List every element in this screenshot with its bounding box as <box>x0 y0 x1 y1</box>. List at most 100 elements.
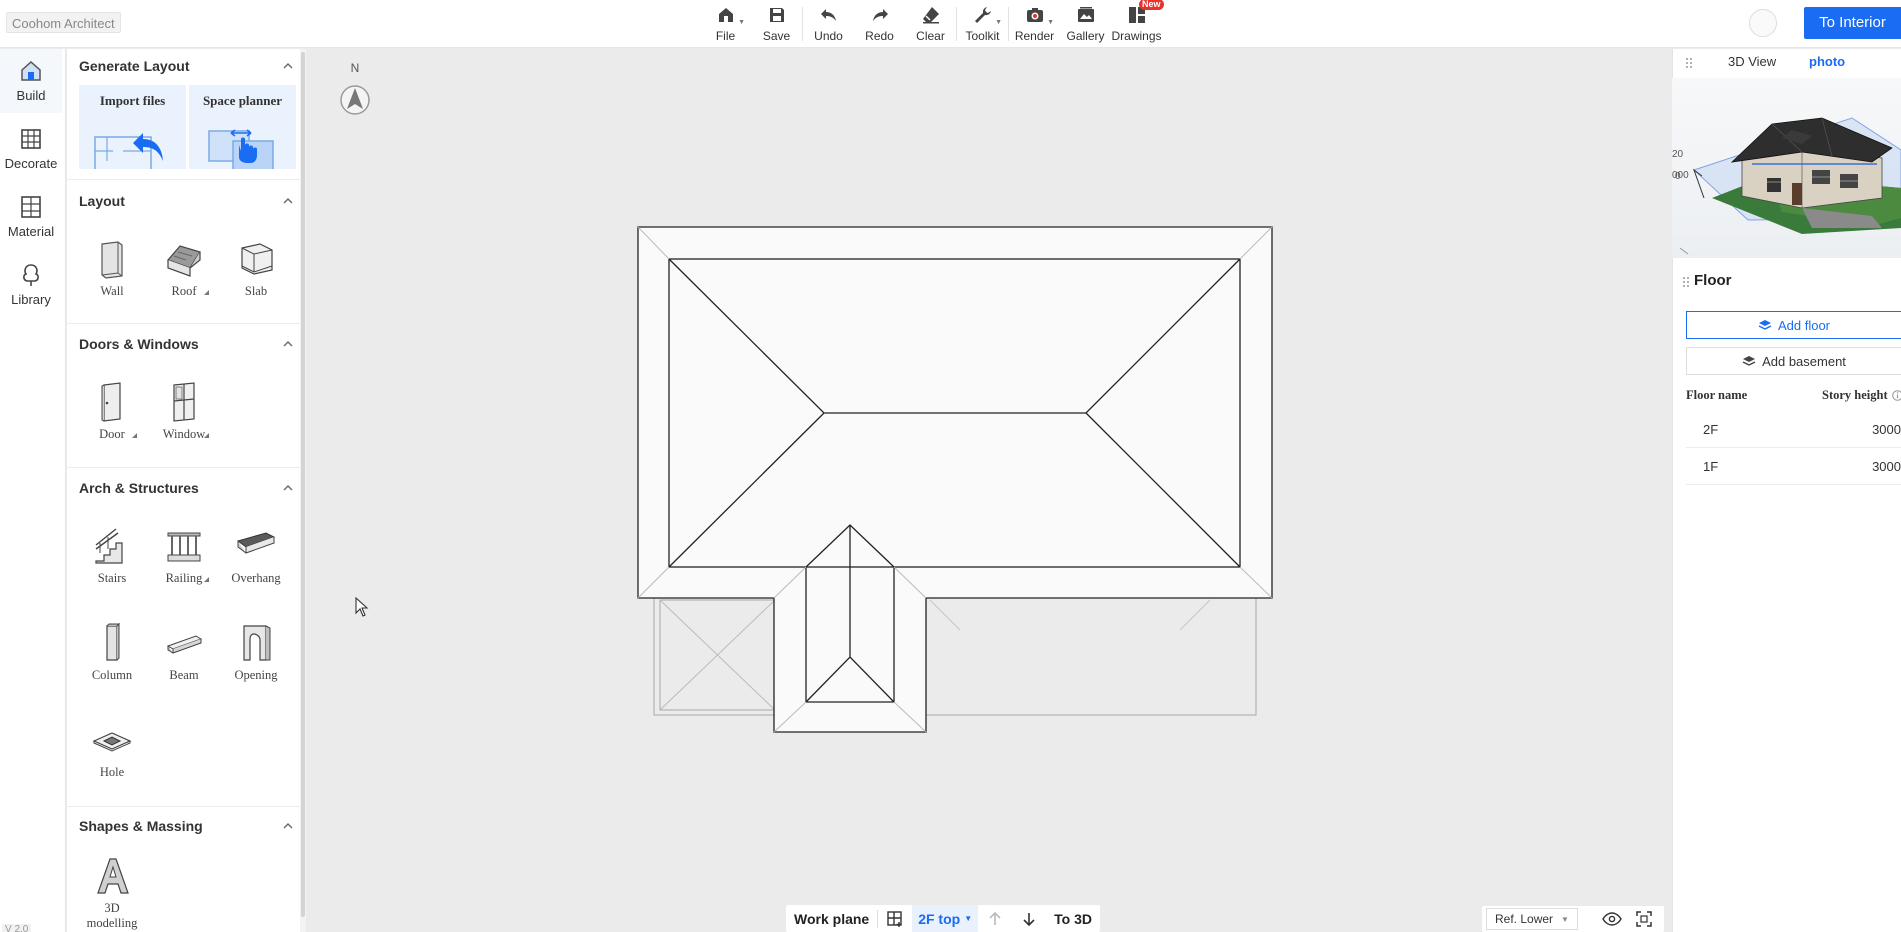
section-layout[interactable]: Layout <box>79 190 294 212</box>
drawings-button[interactable]: Drawings New <box>1111 0 1164 46</box>
overhang-icon <box>236 532 276 554</box>
user-avatar[interactable] <box>1749 9 1777 37</box>
section-divider <box>67 467 300 468</box>
section-generate-layout[interactable]: Generate Layout <box>79 55 294 77</box>
work-plane-button[interactable]: Work plane <box>786 905 877 932</box>
app-brand: Coohom Architect <box>6 12 121 33</box>
chevron-down-icon: ▼ <box>995 19 1002 26</box>
door-icon <box>101 382 121 422</box>
overhang-tool[interactable]: Overhang <box>225 525 287 603</box>
chevron-up-icon[interactable] <box>282 338 294 350</box>
canvas-bottom-bar: Work plane 2F top ▼ To 3D <box>786 905 1100 932</box>
nav-library[interactable]: Library <box>0 253 62 317</box>
chevron-down-icon: ▼ <box>1047 19 1054 26</box>
preview-dimension: 20 <box>1672 149 1684 160</box>
eraser-icon <box>922 7 939 24</box>
to-3d-button[interactable]: To 3D <box>1046 905 1100 932</box>
section-arch-structures[interactable]: Arch & Structures <box>79 477 294 499</box>
story-height-column-header: Story height <box>1822 388 1888 402</box>
chevron-down-icon: ▼ <box>738 19 745 26</box>
library-icon <box>23 264 39 286</box>
window-tool[interactable]: Window <box>153 381 215 459</box>
north-compass[interactable]: N <box>338 61 372 121</box>
gallery-button[interactable]: Gallery <box>1060 0 1111 46</box>
tab-3d-view[interactable]: 3D View <box>1728 54 1776 69</box>
beam-tool[interactable]: Beam <box>153 622 215 700</box>
floor-row[interactable]: 2F 3000 <box>1686 411 1901 448</box>
roof-icon <box>166 245 201 277</box>
chevron-up-icon[interactable] <box>282 60 294 72</box>
fullscreen-button[interactable] <box>1634 909 1654 929</box>
top-bar: Coohom Architect File ▼ Save Undo Redo C… <box>0 0 1901 48</box>
clear-button[interactable]: Clear <box>905 0 956 46</box>
roof-plan-drawing[interactable] <box>630 222 1290 742</box>
space-planner-card[interactable]: Space planner <box>189 85 296 169</box>
drag-handle-icon[interactable] <box>1682 276 1690 288</box>
lower-floor-outline <box>653 594 1257 716</box>
3d-modelling-tool[interactable]: 3D modelling <box>81 855 143 932</box>
hole-tool[interactable]: Hole <box>81 719 143 797</box>
panel-scrollbar-thumb[interactable] <box>301 52 305 917</box>
visibility-button[interactable] <box>1602 909 1622 929</box>
section-doors-windows[interactable]: Doors & Windows <box>79 333 294 355</box>
nav-decorate[interactable]: Decorate <box>0 117 62 181</box>
railing-tool[interactable]: Railing <box>153 525 215 603</box>
build-panel: Generate Layout Import files Space plann… <box>67 49 300 932</box>
stairs-tool[interactable]: Stairs <box>81 525 143 603</box>
level-up-button[interactable] <box>978 905 1012 932</box>
house-icon <box>21 60 41 81</box>
layers-icon <box>1742 356 1756 366</box>
section-shapes-massing[interactable]: Shapes & Massing <box>79 815 294 837</box>
info-icon[interactable] <box>1892 390 1901 401</box>
undo-button[interactable]: Undo <box>803 0 854 46</box>
level-down-button[interactable] <box>1012 905 1046 932</box>
nav-material[interactable]: Material <box>0 185 62 249</box>
redo-button[interactable]: Redo <box>854 0 905 46</box>
chevron-up-icon[interactable] <box>282 195 294 207</box>
material-icon <box>21 196 41 218</box>
beam-icon <box>166 635 203 654</box>
roof-tool[interactable]: Roof <box>153 238 215 316</box>
plan-view-button[interactable] <box>878 905 912 932</box>
chevron-up-icon[interactable] <box>282 482 294 494</box>
level-select[interactable]: 2F top ▼ <box>912 905 979 932</box>
undo-icon <box>820 9 836 21</box>
column-icon <box>106 622 121 661</box>
compass-arrow-icon <box>340 85 370 115</box>
wall-tool[interactable]: Wall <box>81 238 143 316</box>
house-3d-preview-image: 20 0 000 <box>1672 78 1901 258</box>
mouse-cursor-icon <box>355 597 369 617</box>
opening-tool[interactable]: Opening <box>225 622 287 700</box>
door-tool[interactable]: Door <box>81 381 143 459</box>
column-tool[interactable]: Column <box>81 622 143 700</box>
wrench-icon <box>974 7 991 23</box>
new-badge: New <box>1139 0 1164 10</box>
slab-tool[interactable]: Slab <box>225 238 287 316</box>
to-interior-button[interactable]: To Interior <box>1804 7 1901 39</box>
home-file-icon <box>718 8 733 22</box>
chevron-down-icon: ▼ <box>1561 914 1569 924</box>
3d-preview[interactable]: 20 0 000 <box>1672 78 1901 258</box>
reference-select[interactable]: Ref. Lower ▼ <box>1486 908 1578 930</box>
section-divider <box>67 806 300 807</box>
render-button[interactable]: Render ▼ <box>1009 0 1060 46</box>
floor-name-column-header: Floor name <box>1686 388 1748 402</box>
redo-icon <box>872 9 888 21</box>
railing-icon <box>167 532 201 562</box>
floor-panel-title: Floor <box>1694 272 1732 289</box>
drag-handle-icon[interactable] <box>1685 57 1693 69</box>
toolkit-button[interactable]: Toolkit ▼ <box>957 0 1008 46</box>
file-button[interactable]: File ▼ <box>700 0 751 46</box>
save-button[interactable]: Save <box>751 0 802 46</box>
chevron-up-icon[interactable] <box>282 820 294 832</box>
tab-photo[interactable]: photo <box>1809 54 1845 69</box>
camera-icon <box>1026 8 1043 22</box>
nav-build[interactable]: Build <box>0 49 62 113</box>
import-files-card[interactable]: Import files <box>79 85 186 169</box>
floor-row[interactable]: 1F 3000 <box>1686 448 1901 485</box>
add-basement-button[interactable]: Add basement <box>1686 347 1901 375</box>
window-icon <box>173 382 195 422</box>
submenu-corner-icon <box>132 433 137 438</box>
slab-icon <box>241 243 273 275</box>
add-floor-button[interactable]: Add floor <box>1686 311 1901 339</box>
